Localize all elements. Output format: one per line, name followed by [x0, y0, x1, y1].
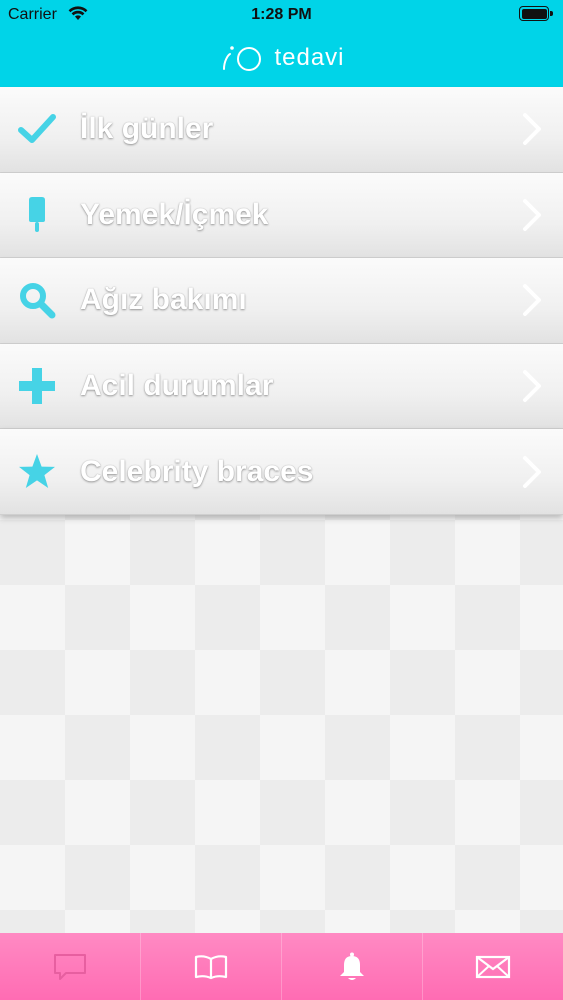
menu-item-label: Celebrity braces: [80, 454, 314, 488]
brand: tedavi: [0, 40, 563, 76]
chevron-right-icon: [523, 284, 541, 317]
tab-bar: [0, 933, 563, 1000]
chat-icon: [54, 953, 86, 980]
menu-item-yemek-icmek[interactable]: Yemek/İçmek: [0, 172, 563, 259]
bell-icon: [340, 952, 364, 980]
menu-item-acil-durumlar[interactable]: Acil durumlar: [0, 343, 563, 430]
tab-book[interactable]: [141, 933, 282, 1000]
menu-item-agiz-bakimi[interactable]: Ağız bakımı: [0, 258, 563, 344]
popsicle-icon: [18, 196, 56, 234]
app-header: Carrier 1:28 PM tedavi: [0, 0, 563, 87]
tab-notifications[interactable]: [282, 933, 423, 1000]
menu-list: İlk günler Yemek/İçmek Ağız bakımı Acil …: [0, 87, 563, 515]
checkmark-icon: [18, 110, 56, 148]
chevron-right-icon: [523, 113, 541, 146]
battery-icon: [519, 6, 553, 21]
status-bar: Carrier 1:28 PM: [0, 0, 563, 30]
menu-item-celebrity-braces[interactable]: Celebrity braces: [0, 429, 563, 515]
tab-chat[interactable]: [0, 933, 141, 1000]
menu-item-label: Acil durumlar: [80, 369, 274, 403]
chevron-right-icon: [523, 455, 541, 488]
book-icon: [194, 954, 228, 979]
menu-item-label: İlk günler: [80, 112, 214, 146]
star-icon: [18, 453, 56, 491]
menu-item-label: Ağız bakımı: [80, 283, 247, 317]
page-title: tedavi: [274, 44, 345, 71]
status-time: 1:28 PM: [251, 6, 312, 23]
menu-item-ilk-gunler[interactable]: İlk günler: [0, 87, 563, 173]
chevron-right-icon: [523, 370, 541, 403]
chevron-right-icon: [523, 198, 541, 231]
mail-icon: [475, 955, 511, 978]
magnifier-icon: [18, 281, 56, 319]
plus-icon: [18, 367, 56, 405]
app-logo-icon: [223, 46, 262, 71]
menu-item-label: Yemek/İçmek: [80, 197, 269, 231]
tab-mail[interactable]: [423, 933, 563, 1000]
